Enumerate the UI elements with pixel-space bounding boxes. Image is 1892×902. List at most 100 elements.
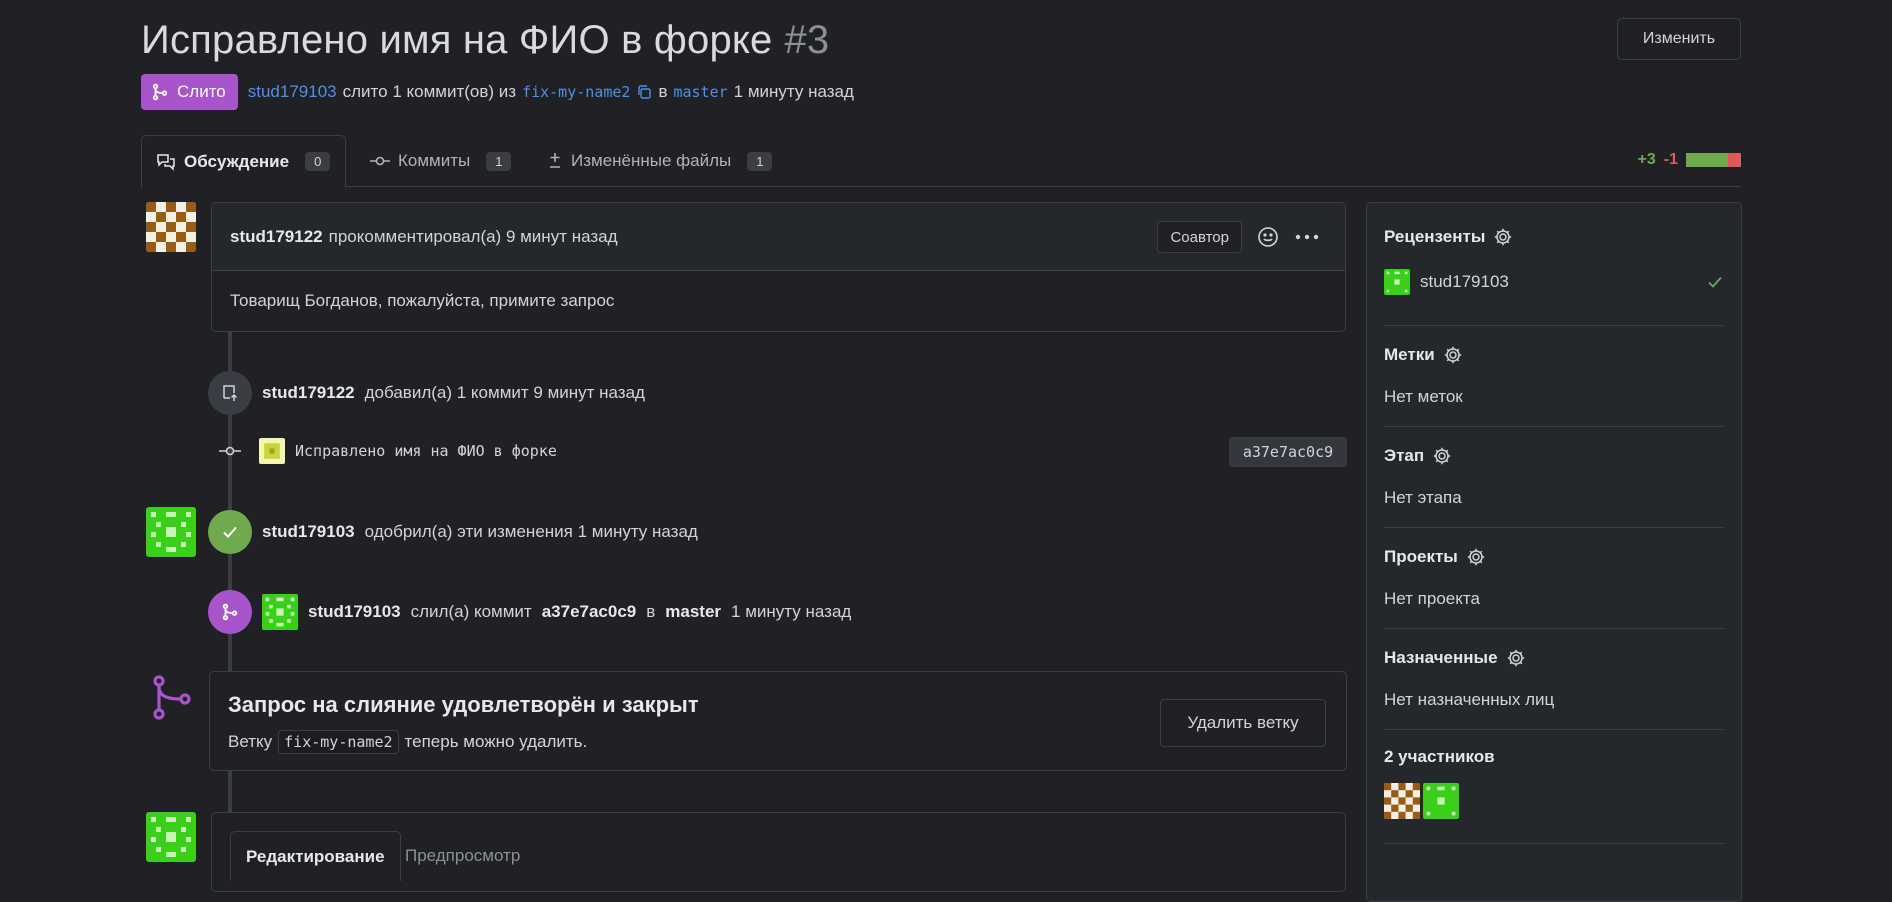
target-branch-link[interactable]: master: [673, 83, 727, 101]
merge-event-branch[interactable]: master: [665, 602, 721, 622]
title-row: Исправлено имя на ФИО в форке #3 Изменить: [141, 18, 1741, 66]
avatar[interactable]: [146, 507, 196, 557]
gear-icon[interactable]: [1466, 547, 1486, 567]
projects-header[interactable]: Проекты: [1384, 547, 1724, 567]
pr-number: #3: [784, 18, 830, 62]
commit-sha-button[interactable]: a37e7ac0c9: [1229, 437, 1347, 467]
gear-icon[interactable]: [1506, 648, 1526, 668]
merge-into-text: в: [658, 82, 668, 101]
git-merge-icon: [208, 590, 252, 634]
merge-event-text: слил(а) коммит: [410, 602, 532, 621]
divider: [1384, 426, 1724, 427]
tab-preview[interactable]: Предпросмотр: [390, 831, 535, 881]
commit-message[interactable]: Исправлено имя на ФИО в форке: [295, 442, 557, 460]
merge-status-title: Запрос на слияние удовлетворён и закрыт: [228, 692, 699, 717]
milestone-value: Нет этапа: [1384, 488, 1462, 507]
assignees-header[interactable]: Назначенные: [1384, 648, 1724, 668]
gear-icon[interactable]: [1432, 446, 1452, 466]
avatar[interactable]: [262, 594, 298, 630]
merge-sub-text2: теперь можно удалить.: [404, 732, 588, 751]
pr-tabs: Обсуждение 0 Коммиты 1 Изменённые файлы …: [141, 135, 1741, 188]
divider: [1384, 843, 1724, 844]
tab-edit[interactable]: Редактирование: [230, 831, 401, 881]
merge-event-into: в: [646, 602, 656, 621]
merge-summary: stud179103 слито 1 коммит(ов) из fix-my-…: [248, 82, 854, 102]
avatar[interactable]: [146, 812, 196, 862]
labels-header[interactable]: Метки: [1384, 345, 1724, 365]
approve-event: stud179103 одобрил(а) эти изменения 1 ми…: [208, 510, 698, 554]
milestone-title: Этап: [1384, 446, 1425, 465]
approve-text: одобрил(а) эти изменения 1 минуту назад: [364, 522, 698, 541]
reviewer-row: stud179103: [1384, 269, 1724, 295]
comment-author[interactable]: stud179122: [230, 227, 323, 247]
projects-title: Проекты: [1384, 547, 1458, 566]
comment-action: прокомментировал(а) 9 минут назад: [328, 226, 618, 246]
labels-value: Нет меток: [1384, 387, 1463, 406]
labels-section: Метки Нет меток: [1384, 345, 1724, 407]
merge-event-author[interactable]: stud179103: [308, 602, 401, 622]
gear-icon[interactable]: [1443, 345, 1463, 365]
tab-commits[interactable]: Коммиты 1: [356, 135, 525, 187]
reviewers-section: Рецензенты stud179103: [1384, 227, 1724, 295]
push-event: stud179122 добавил(а) 1 коммит 9 минут н…: [208, 371, 645, 415]
avatar[interactable]: [1423, 783, 1459, 819]
merge-event-time: 1 минуту назад: [731, 602, 852, 621]
delete-branch-button[interactable]: Удалить ветку: [1160, 699, 1326, 747]
reviewers-title: Рецензенты: [1384, 227, 1486, 246]
push-text: добавил(а) 1 коммит 9 минут назад: [364, 383, 645, 402]
assignees-section: Назначенные Нет назначенных лиц: [1384, 648, 1724, 710]
reviewers-header[interactable]: Рецензенты: [1384, 227, 1724, 247]
tab-conversation[interactable]: Обсуждение 0: [141, 135, 346, 188]
tab-files-count: 1: [747, 151, 773, 171]
additions-count: +3: [1637, 151, 1656, 168]
participants-title: 2 участников: [1384, 747, 1495, 766]
tab-files-changed[interactable]: Изменённые файлы 1: [533, 135, 786, 187]
push-icon: [208, 371, 252, 415]
tab-commits-label: Коммиты: [398, 151, 471, 170]
avatar[interactable]: [259, 438, 285, 464]
comment: stud179122 прокомментировал(а) 9 минут н…: [211, 202, 1346, 332]
participants-section: 2 участников: [1384, 747, 1724, 824]
tab-conversation-count: 0: [305, 152, 331, 171]
divider: [1384, 527, 1724, 528]
push-author[interactable]: stud179122: [262, 383, 355, 403]
git-merge-icon: [153, 675, 191, 720]
more-options-icon[interactable]: [1295, 230, 1319, 244]
pr-title: Исправлено имя на ФИО в форке #3: [141, 18, 829, 62]
approved-check-icon: [208, 510, 252, 554]
coauthor-badge: Соавтор: [1157, 221, 1242, 253]
merge-status-box: Запрос на слияние удовлетворён и закрыт …: [209, 671, 1347, 771]
avatar[interactable]: [1384, 783, 1420, 819]
approve-author[interactable]: stud179103: [262, 522, 355, 542]
merge-event-sha[interactable]: a37e7ac0c9: [542, 602, 637, 622]
commit-icon: [370, 156, 390, 166]
pr-meta: Слито stud179103 слито 1 коммит(ов) из f…: [141, 74, 854, 110]
comments-icon: [157, 153, 175, 171]
merge-summary-text: слито 1 коммит(ов) из: [342, 82, 517, 101]
merged-status-label: Слито: [177, 82, 226, 101]
diff-stat: +3 -1: [1638, 151, 1741, 169]
plus-minus-icon: [550, 153, 560, 168]
merge-event: stud179103 слил(а) коммит a37e7ac0c9 в m…: [208, 590, 851, 634]
gear-icon[interactable]: [1493, 227, 1513, 247]
branch-chip: fix-my-name2: [278, 730, 399, 754]
avatar[interactable]: [1384, 269, 1410, 295]
milestone-section: Этап Нет этапа: [1384, 446, 1724, 508]
divider: [1384, 729, 1724, 730]
assignees-value: Нет назначенных лиц: [1384, 690, 1555, 709]
copy-icon[interactable]: [636, 84, 652, 100]
reviewer-name[interactable]: stud179103: [1420, 272, 1509, 292]
avatar[interactable]: [146, 202, 196, 252]
merge-status-subtitle: Ветку fix-my-name2 теперь можно удалить.: [228, 730, 587, 754]
merge-author-link[interactable]: stud179103: [248, 82, 337, 102]
comment-body: Товарищ Богданов, пожалуйста, примите за…: [230, 291, 615, 310]
sidebar: Рецензенты stud179103 Метки Нет меток Эт: [1366, 202, 1742, 902]
source-branch-link[interactable]: fix-my-name2: [522, 83, 630, 101]
reaction-icon[interactable]: [1257, 226, 1279, 248]
merged-status-badge: Слито: [141, 74, 238, 110]
assignees-title: Назначенные: [1384, 648, 1498, 667]
divider: [1384, 628, 1724, 629]
pr-title-text: Исправлено имя на ФИО в форке: [141, 18, 773, 62]
edit-button[interactable]: Изменить: [1617, 18, 1741, 60]
milestone-header[interactable]: Этап: [1384, 446, 1724, 466]
